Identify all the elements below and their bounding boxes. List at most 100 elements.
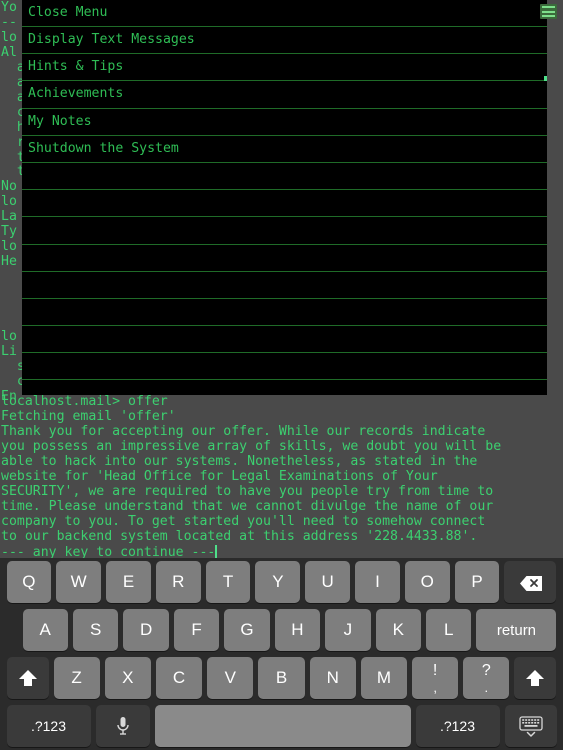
terminal-lower-text: localhost.mail> offer Fetching email 'off… bbox=[0, 394, 563, 558]
key-label: E bbox=[122, 572, 135, 591]
hamburger-bar-1 bbox=[542, 6, 555, 8]
menu-item-my-notes[interactable]: My Notes bbox=[22, 109, 547, 136]
menu-item-list[interactable]: Close Menu Display Text Messages Hints & T… bbox=[22, 0, 547, 381]
key-i[interactable]: I bbox=[355, 561, 400, 603]
microphone-key[interactable] bbox=[95, 705, 150, 747]
key-label: I bbox=[375, 572, 380, 591]
key-label-bottom: , bbox=[433, 679, 437, 695]
menu-item-empty bbox=[22, 190, 547, 218]
keyboard-row-2: A S D F G H J K L return bbox=[0, 606, 563, 654]
terminal-cursor bbox=[215, 544, 218, 558]
shift-key-left[interactable] bbox=[6, 657, 49, 699]
menu-item-label: Achievements bbox=[28, 86, 124, 102]
key-c[interactable]: C bbox=[155, 657, 203, 699]
hamburger-menu-icon[interactable] bbox=[540, 4, 557, 19]
key-r[interactable]: R bbox=[155, 561, 201, 603]
key-x[interactable]: X bbox=[104, 657, 151, 699]
key-n[interactable]: N bbox=[309, 657, 356, 699]
key-f[interactable]: F bbox=[173, 609, 220, 651]
key-y[interactable]: Y bbox=[255, 561, 301, 603]
menu-item-label: Display Text Messages bbox=[28, 32, 195, 48]
key-v[interactable]: V bbox=[207, 657, 254, 699]
key-label: J bbox=[343, 620, 353, 639]
key-punct-question-period[interactable]: ?. bbox=[463, 657, 510, 699]
onscreen-keyboard[interactable]: Q W E R T YU I O P A S D F G H J K L return Z X C V B N … bbox=[0, 558, 563, 750]
key-j[interactable]: J bbox=[325, 609, 371, 651]
terminal-line: Fetching email 'offer' bbox=[1, 408, 176, 424]
key-label: C bbox=[172, 668, 186, 687]
menu-item-display-text-messages[interactable]: Display Text Messages bbox=[22, 27, 547, 55]
terminal-line: localhost.mail> offer bbox=[1, 394, 168, 409]
key-e[interactable]: E bbox=[106, 561, 151, 603]
key-punct-exclaim-comma[interactable]: !, bbox=[412, 657, 459, 699]
terminal-line: time. Please understand that we cannot d… bbox=[1, 498, 494, 514]
numbers-key-right[interactable]: .?123 bbox=[415, 705, 500, 747]
key-label: Z bbox=[71, 668, 82, 687]
game-menu-overlay[interactable]: Close Menu Display Text Messages Hints & T… bbox=[22, 0, 547, 395]
return-key-label: return bbox=[496, 621, 537, 639]
space-key[interactable] bbox=[154, 705, 411, 747]
key-g[interactable]: G bbox=[224, 609, 270, 651]
key-label: X bbox=[122, 668, 134, 687]
terminal-line: SECURITY', we are required to have you p… bbox=[1, 483, 494, 499]
key-label: G bbox=[240, 620, 254, 639]
terminal-line: you possess an impressive array of skill… bbox=[1, 438, 502, 454]
menu-item-close-menu[interactable]: Close Menu bbox=[22, 0, 547, 27]
key-p[interactable]: P bbox=[454, 561, 500, 603]
key-l[interactable]: L bbox=[426, 609, 472, 651]
numbers-key-left-label: .?123 bbox=[30, 718, 67, 734]
key-label: D bbox=[139, 620, 153, 639]
key-label: W bbox=[70, 572, 87, 591]
key-a[interactable]: A bbox=[22, 609, 68, 651]
key-label: B bbox=[275, 668, 288, 687]
key-d[interactable]: D bbox=[123, 609, 169, 651]
terminal-line: company to you. To get started you'll ne… bbox=[1, 513, 486, 529]
menu-item-empty bbox=[22, 353, 547, 381]
key-s[interactable]: S bbox=[72, 609, 119, 651]
key-label: L bbox=[443, 620, 454, 639]
terminal-line: --- any key to continue --- bbox=[1, 544, 218, 558]
key-label: K bbox=[392, 620, 404, 639]
key-label: R bbox=[172, 572, 185, 591]
key-label: A bbox=[39, 620, 51, 639]
numbers-key-right-label: .?123 bbox=[439, 718, 476, 734]
key-label: F bbox=[191, 620, 202, 639]
key-b[interactable]: B bbox=[258, 657, 305, 699]
key-t[interactable]: T bbox=[205, 561, 251, 603]
menu-scroll-indicator[interactable] bbox=[544, 76, 547, 81]
app-screen: Yo -- lo Al a a a c h r t t No lo La Ty lo He ( (… bbox=[0, 0, 563, 750]
keyboard-row-4: .?123 .?123 bbox=[0, 702, 563, 750]
menu-item-hints-tips[interactable]: Hints & Tips bbox=[22, 54, 547, 82]
return-key[interactable]: return bbox=[476, 609, 557, 651]
terminal-line: able to hack into our systems. Nonethele… bbox=[1, 453, 478, 469]
menu-item-empty bbox=[22, 245, 547, 272]
key-k[interactable]: K bbox=[375, 609, 421, 651]
key-h[interactable]: H bbox=[274, 609, 321, 651]
key-label: M bbox=[376, 668, 391, 687]
key-label-top: ! bbox=[432, 661, 438, 679]
microphone-icon bbox=[116, 716, 130, 736]
key-u[interactable]: U bbox=[305, 561, 351, 603]
key-label: Q bbox=[22, 572, 36, 591]
menu-item-achievements[interactable]: Achievements bbox=[22, 81, 547, 109]
keyboard-dismiss-key[interactable] bbox=[504, 705, 557, 747]
hamburger-bar-3 bbox=[542, 15, 555, 17]
key-m[interactable]: M bbox=[360, 657, 408, 699]
shift-key-right[interactable] bbox=[514, 657, 557, 699]
key-o[interactable]: O bbox=[404, 561, 450, 603]
backspace-icon bbox=[519, 575, 543, 591]
backspace-key[interactable] bbox=[504, 561, 557, 603]
key-q[interactable]: Q bbox=[6, 561, 52, 603]
menu-item-shutdown-the-system[interactable]: Shutdown the System bbox=[22, 136, 547, 163]
key-w[interactable]: W bbox=[56, 561, 102, 603]
numbers-key-left[interactable]: .?123 bbox=[6, 705, 91, 747]
key-z[interactable]: Z bbox=[53, 657, 100, 699]
key-label: T bbox=[222, 572, 234, 591]
menu-item-label: Close Menu bbox=[28, 5, 108, 20]
keyboard-dismiss-icon bbox=[518, 715, 544, 737]
menu-item-label: Hints & Tips bbox=[28, 59, 124, 75]
key-label-bottom: . bbox=[484, 679, 489, 695]
key-label: O bbox=[420, 572, 434, 591]
key-label-top: ? bbox=[481, 661, 491, 679]
terminal-line: to our backend system located at this ad… bbox=[1, 528, 478, 544]
